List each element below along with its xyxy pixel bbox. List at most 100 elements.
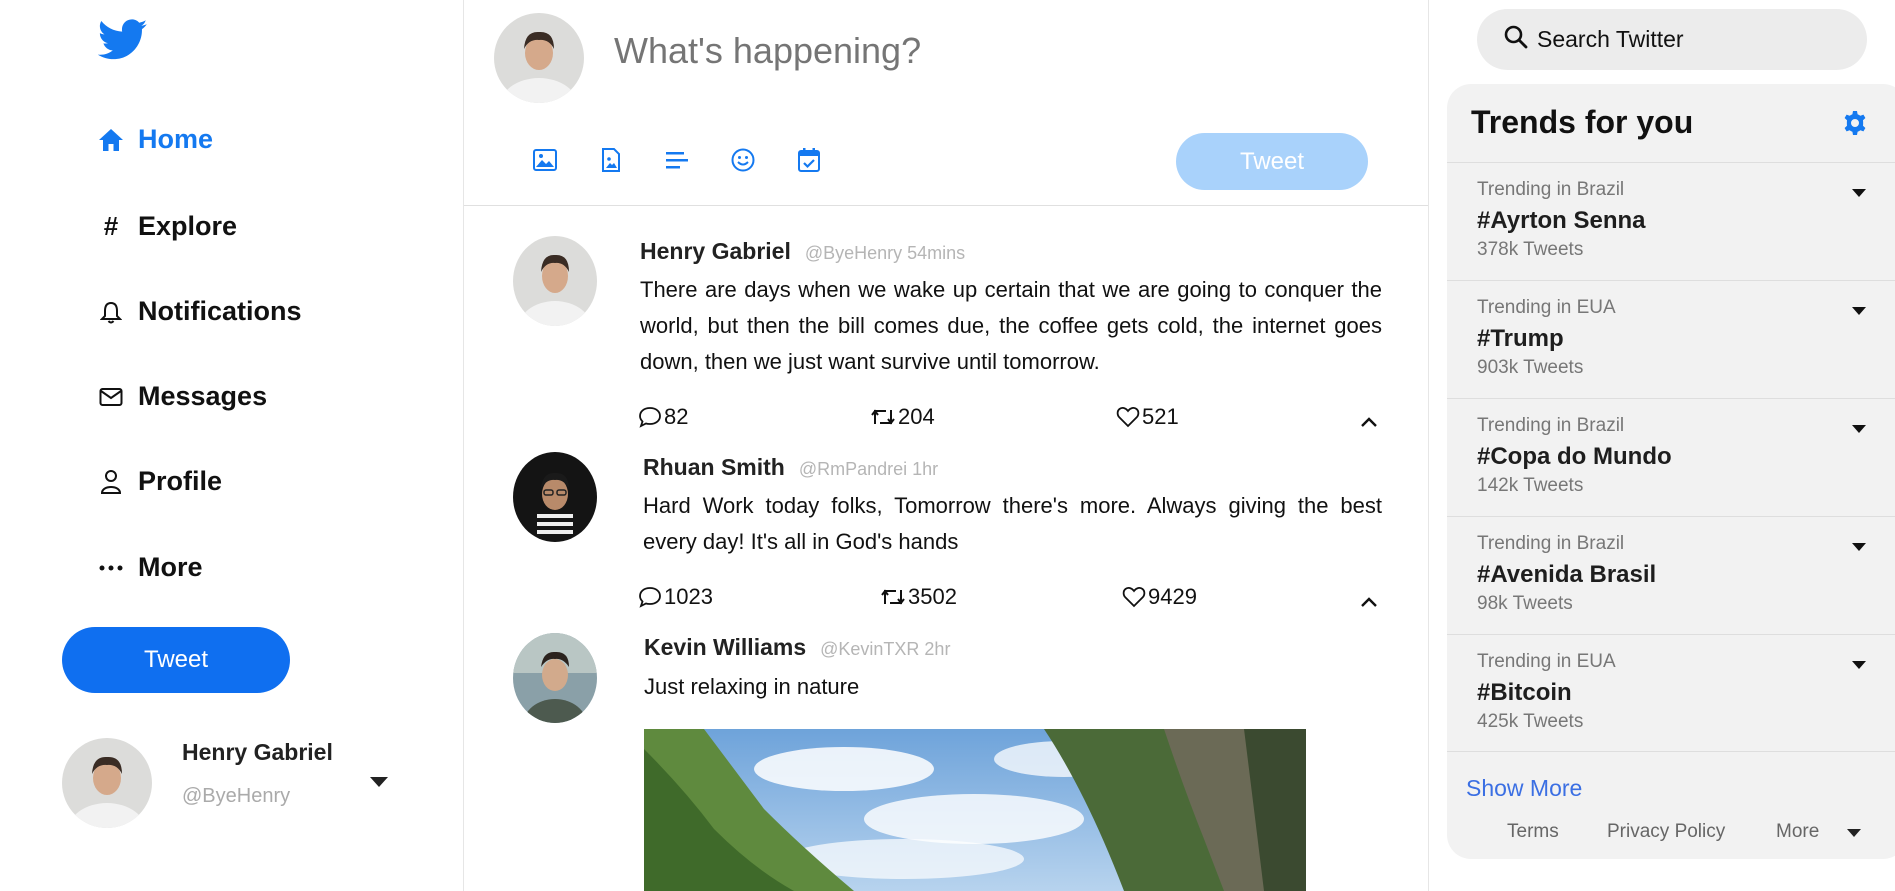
envelope-icon — [98, 384, 124, 410]
sidebar-tweet-button[interactable]: Tweet — [62, 627, 290, 693]
compose-avatar — [494, 13, 584, 103]
nav-explore[interactable]: # Explore — [98, 211, 237, 242]
show-more-link[interactable]: Show More — [1466, 775, 1582, 802]
trend-location: Trending in Brazil — [1477, 179, 1625, 200]
emoji-icon[interactable] — [728, 145, 758, 175]
trend-count: 903k Tweets — [1477, 357, 1584, 378]
trend-item[interactable]: Trending in Brazil #Avenida Brasil 98k T… — [1447, 516, 1895, 634]
author-handle: @RmPandrei 1hr — [798, 459, 939, 479]
trend-item[interactable]: Trending in Brazil #Copa do Mundo 142k T… — [1447, 398, 1895, 516]
caret-down-icon[interactable] — [1852, 307, 1866, 315]
twitter-bird-icon[interactable] — [97, 18, 148, 62]
chevron-up-icon[interactable] — [1360, 408, 1378, 434]
reply-icon — [639, 587, 661, 608]
reply-icon — [639, 407, 661, 428]
search-input[interactable] — [1537, 26, 1857, 53]
nav-home[interactable]: Home — [98, 124, 213, 155]
trend-tag[interactable]: #Avenida Brasil — [1477, 561, 1656, 589]
author-name[interactable]: Kevin Williams — [644, 634, 806, 661]
footer-more-link[interactable]: More — [1776, 821, 1819, 843]
tweet-text: Just relaxing in nature — [644, 674, 860, 699]
nav-profile[interactable]: Profile — [98, 466, 222, 497]
like-button[interactable]: 9429 — [1122, 584, 1197, 610]
tweet-actions: 82 204 521 — [638, 404, 1382, 434]
compose-toolbar — [530, 145, 860, 175]
trend-location: Trending in EUA — [1477, 297, 1616, 318]
avatar[interactable] — [513, 633, 597, 723]
like-count: 9429 — [1148, 584, 1197, 609]
reply-button[interactable]: 82 — [638, 404, 688, 430]
author-handle: @KevinTXR 2hr — [820, 639, 951, 659]
trend-tag[interactable]: #Copa do Mundo — [1477, 443, 1672, 471]
reply-count: 82 — [664, 404, 689, 429]
right-sidebar: Trends for you Trending in Brazil #Ayrto… — [1429, 0, 1895, 891]
nav-more[interactable]: More — [98, 552, 203, 583]
chevron-up-icon[interactable] — [1360, 588, 1378, 614]
caret-down-icon[interactable] — [1852, 543, 1866, 551]
retweet-count: 204 — [898, 404, 935, 429]
heart-icon — [1122, 587, 1146, 608]
caret-down-icon[interactable] — [370, 777, 388, 787]
trend-count: 378k Tweets — [1477, 239, 1584, 260]
tweet-image[interactable] — [644, 729, 1306, 891]
tweet-actions: 1023 3502 9429 — [638, 584, 1382, 614]
trend-tag[interactable]: #Ayrton Senna — [1477, 207, 1645, 235]
like-button[interactable]: 521 — [1116, 404, 1179, 430]
trend-location: Trending in EUA — [1477, 651, 1616, 672]
reply-count: 1023 — [664, 584, 713, 609]
nav-label: Explore — [138, 211, 238, 241]
account-handle: @ByeHenry — [182, 785, 291, 807]
like-count: 521 — [1142, 404, 1179, 429]
retweet-icon — [871, 409, 895, 425]
nav-label: Notifications — [138, 296, 302, 326]
poll-icon[interactable] — [662, 145, 692, 175]
terms-link[interactable]: Terms — [1507, 821, 1559, 843]
trend-count: 425k Tweets — [1477, 711, 1584, 732]
trend-count: 142k Tweets — [1477, 475, 1584, 496]
retweet-button[interactable]: 204 — [870, 404, 935, 430]
compose-tweet-button[interactable]: Tweet — [1176, 133, 1368, 190]
account-name: Henry Gabriel — [182, 739, 333, 765]
heart-icon — [1116, 407, 1140, 428]
account-avatar[interactable] — [62, 738, 152, 828]
caret-down-icon[interactable] — [1847, 829, 1861, 837]
caret-down-icon[interactable] — [1852, 661, 1866, 669]
retweet-count: 3502 — [908, 584, 957, 609]
search-box[interactable] — [1477, 9, 1867, 70]
trend-item[interactable]: Trending in Brazil #Ayrton Senna 378k Tw… — [1447, 162, 1895, 280]
trend-location: Trending in Brazil — [1477, 415, 1625, 436]
main-feed: Tweet Henry Gabriel @ByeHenry 54mins The… — [464, 0, 1429, 891]
retweet-button[interactable]: 3502 — [880, 584, 957, 610]
tweet-text: Hard Work today folks, Tomorrow there's … — [643, 493, 1382, 554]
author-name[interactable]: Rhuan Smith — [643, 454, 785, 481]
nav-label: Messages — [138, 381, 268, 411]
home-icon — [98, 127, 124, 153]
privacy-policy-link[interactable]: Privacy Policy — [1607, 821, 1725, 843]
retweet-icon — [881, 589, 905, 605]
trend-item[interactable]: Trending in EUA #Bitcoin 425k Tweets — [1447, 634, 1895, 752]
file-image-icon[interactable] — [596, 145, 626, 175]
trends-title: Trends for you — [1471, 104, 1694, 140]
nav-messages[interactable]: Messages — [98, 381, 267, 412]
caret-down-icon[interactable] — [1852, 189, 1866, 197]
avatar[interactable] — [513, 236, 597, 326]
tweet-header: Kevin Williams @KevinTXR 2hr — [644, 634, 950, 661]
schedule-icon[interactable] — [794, 145, 824, 175]
trends-panel: Trends for you Trending in Brazil #Ayrto… — [1447, 84, 1895, 859]
trend-tag[interactable]: #Trump — [1477, 325, 1564, 353]
caret-down-icon[interactable] — [1852, 425, 1866, 433]
avatar[interactable] — [513, 452, 597, 542]
reply-button[interactable]: 1023 — [638, 584, 713, 610]
trend-tag[interactable]: #Bitcoin — [1477, 679, 1572, 707]
left-sidebar: Home # Explore Notifications Messages Pr… — [0, 0, 464, 891]
nav-label: More — [138, 552, 203, 582]
nav-label: Home — [138, 124, 214, 154]
author-name[interactable]: Henry Gabriel — [640, 238, 791, 265]
image-icon[interactable] — [530, 145, 560, 175]
compose-input[interactable] — [614, 30, 1114, 72]
hashtag-icon: # — [103, 211, 119, 241]
nav-label: Profile — [138, 466, 223, 496]
nav-notifications[interactable]: Notifications — [98, 296, 302, 327]
trend-item[interactable]: Trending in EUA #Trump 903k Tweets — [1447, 280, 1895, 398]
gear-icon[interactable] — [1842, 110, 1868, 141]
